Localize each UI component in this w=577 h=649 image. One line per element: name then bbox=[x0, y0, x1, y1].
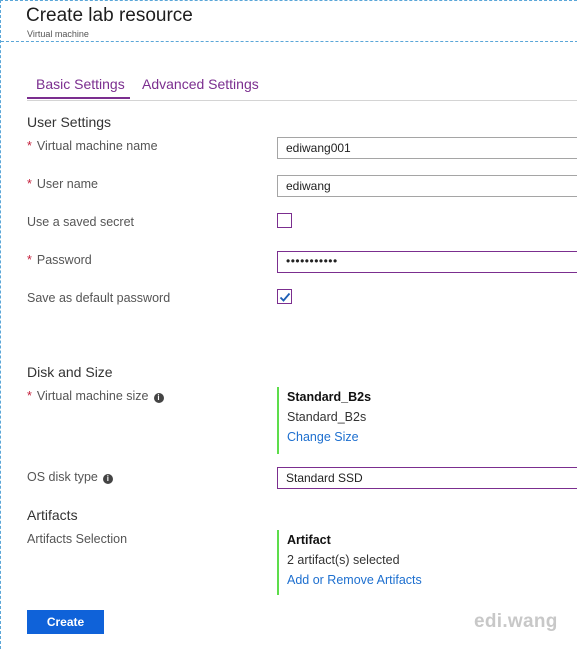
watermark: edi.wang bbox=[474, 611, 558, 632]
user-settings-heading: User Settings bbox=[27, 114, 112, 130]
os-disk-select[interactable]: Standard SSD bbox=[277, 467, 577, 489]
user-name-value: ediwang bbox=[286, 179, 331, 193]
artifacts-heading: Artifacts bbox=[27, 507, 78, 523]
os-disk-label: OS disk type i bbox=[27, 470, 113, 484]
required-marker: * bbox=[27, 389, 32, 403]
artifacts-summary: Artifact 2 artifact(s) selected Add or R… bbox=[277, 530, 422, 595]
blade-title: Create lab resource bbox=[26, 5, 193, 26]
password-input[interactable]: ••••••••••• bbox=[277, 251, 577, 273]
artifact-count: 2 artifact(s) selected bbox=[287, 553, 400, 567]
vm-size-value: Standard_B2s bbox=[287, 410, 367, 424]
info-icon[interactable]: i bbox=[153, 393, 164, 403]
artifact-title: Artifact bbox=[287, 533, 331, 547]
blade-subtitle: Virtual machine bbox=[27, 29, 89, 39]
user-name-input[interactable]: ediwang bbox=[277, 175, 577, 197]
os-disk-value: Standard SSD bbox=[286, 471, 363, 485]
vm-name-input[interactable]: ediwang001 bbox=[277, 137, 577, 159]
user-name-label: * User name bbox=[27, 177, 99, 191]
vm-name-label: * Virtual machine name bbox=[27, 139, 158, 153]
disk-size-heading: Disk and Size bbox=[27, 364, 113, 380]
tab-advanced-settings[interactable]: Advanced Settings bbox=[142, 76, 259, 92]
create-lab-resource-blade: Create lab resource Virtual machine Basi… bbox=[0, 0, 577, 649]
artifacts-selection-label: Artifacts Selection bbox=[27, 532, 128, 546]
tab-basic-settings[interactable]: Basic Settings bbox=[36, 76, 125, 92]
required-marker: * bbox=[27, 139, 32, 153]
default-password-label: Save as default password bbox=[27, 291, 171, 305]
required-marker: * bbox=[27, 253, 32, 267]
change-size-link[interactable]: Change Size bbox=[287, 430, 371, 450]
vm-size-title: Standard_B2s bbox=[287, 390, 372, 404]
required-marker: * bbox=[27, 177, 32, 191]
create-button[interactable]: Create bbox=[27, 610, 104, 634]
vm-size-summary: Standard_B2s Standard_B2s Change Size bbox=[277, 387, 371, 454]
info-icon[interactable]: i bbox=[102, 474, 113, 484]
vm-size-label: * Virtual machine size i bbox=[27, 389, 164, 403]
blade-header: Create lab resource Virtual machine bbox=[1, 1, 577, 42]
saved-secret-checkbox[interactable] bbox=[277, 213, 292, 228]
saved-secret-label: Use a saved secret bbox=[27, 215, 134, 229]
vm-name-value: ediwang001 bbox=[286, 141, 351, 155]
checkmark-icon bbox=[279, 292, 291, 302]
password-label: * Password bbox=[27, 253, 92, 267]
settings-tabs: Basic Settings Advanced Settings bbox=[27, 73, 577, 101]
active-tab-indicator bbox=[27, 97, 130, 99]
default-password-checkbox[interactable] bbox=[277, 289, 292, 304]
add-remove-artifacts-link[interactable]: Add or Remove Artifacts bbox=[287, 573, 422, 593]
password-value: ••••••••••• bbox=[286, 254, 338, 268]
